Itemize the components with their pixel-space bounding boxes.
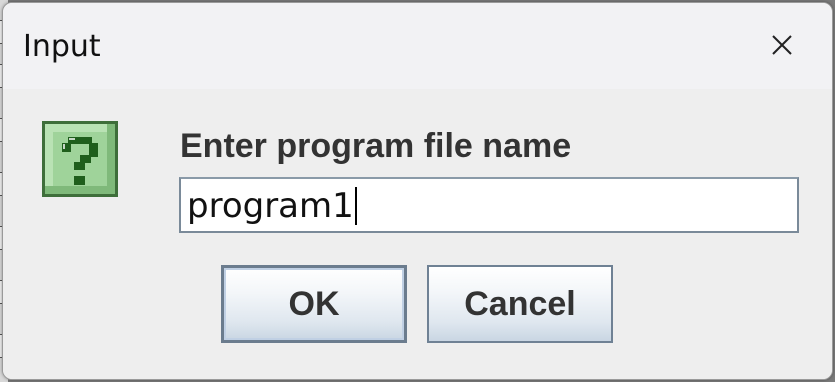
- text-caret: [354, 187, 357, 225]
- input-value: program1: [187, 186, 354, 226]
- prompt-label: Enter program file name: [180, 127, 572, 165]
- window-title: Input: [23, 29, 101, 64]
- question-icon: [42, 121, 118, 197]
- close-icon: [772, 35, 792, 55]
- title-bar[interactable]: Input: [3, 3, 832, 89]
- ok-button[interactable]: OK: [221, 265, 407, 343]
- input-value-wrapper: program1: [187, 185, 357, 227]
- close-button[interactable]: [755, 23, 809, 67]
- file-name-input[interactable]: program1: [179, 177, 799, 233]
- cancel-button[interactable]: Cancel: [427, 265, 613, 343]
- dialog-content: Enter program file name program1 OK Canc…: [3, 89, 832, 379]
- input-dialog: Input Enter program file name program1 O…: [2, 2, 833, 380]
